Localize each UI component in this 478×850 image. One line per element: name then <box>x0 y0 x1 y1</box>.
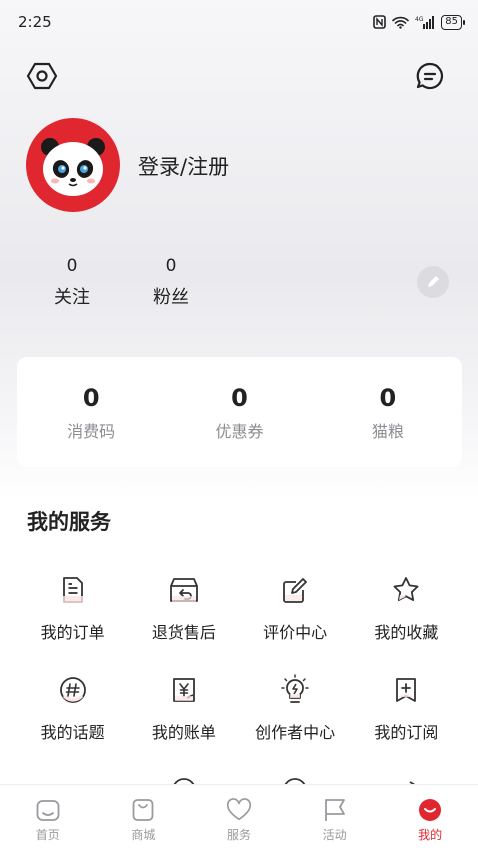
tab-label: 我的 <box>418 828 443 842</box>
tab-home[interactable]: 首页 <box>0 785 96 850</box>
service-label: 我的账单 <box>151 723 216 742</box>
services-grid: 我的订单 退货售后 评价中心 我的收藏 我的话题 我的账单 创作者中心 我的订阅 <box>17 573 462 803</box>
lightbulb-icon <box>278 673 312 707</box>
following-count: 0 <box>66 256 78 276</box>
shop-bag-icon <box>130 797 156 823</box>
summary-value: 0 <box>82 384 100 412</box>
stat-following[interactable]: 0 关注 <box>42 254 102 310</box>
following-label: 关注 <box>54 287 90 308</box>
panda-icon <box>41 138 105 196</box>
flag-icon <box>322 797 348 823</box>
status-time: 2:25 <box>18 13 52 31</box>
settings-hexagon-icon <box>26 62 58 90</box>
summary-card: 0 消费码 0 优惠券 0 猫粮 <box>17 357 462 467</box>
summary-label: 消费码 <box>67 422 116 441</box>
tab-me[interactable]: 我的 <box>382 785 478 850</box>
service-label: 我的话题 <box>40 723 105 742</box>
review-edit-icon <box>278 573 312 607</box>
service-subscriptions[interactable]: 我的订阅 <box>351 673 462 773</box>
star-icon <box>389 573 423 607</box>
tab-label: 服务 <box>226 828 251 842</box>
home-icon <box>35 797 61 823</box>
summary-value: 0 <box>379 384 397 412</box>
tab-shop[interactable]: 商城 <box>96 785 192 850</box>
summary-value: 0 <box>231 384 248 412</box>
service-label: 创作者中心 <box>255 723 336 742</box>
tab-label: 首页 <box>35 828 60 842</box>
service-label: 评价中心 <box>263 623 328 642</box>
service-favorites[interactable]: 我的收藏 <box>351 573 462 673</box>
service-label: 我的订单 <box>40 623 105 642</box>
service-label: 我的收藏 <box>374 623 439 642</box>
status-icons: 4G 85 <box>373 14 465 30</box>
login-register-link[interactable]: 登录/注册 <box>138 151 229 181</box>
signal-icon: 4G <box>415 16 435 29</box>
bill-icon <box>167 673 201 707</box>
summary-label: 猫粮 <box>371 422 404 441</box>
services-title: 我的服务 <box>27 510 111 534</box>
chat-bubble-icon <box>416 62 444 90</box>
tab-label: 活动 <box>322 828 347 842</box>
battery-indicator: 85 <box>441 14 465 30</box>
settings-button[interactable] <box>24 58 60 94</box>
service-label: 退货售后 <box>151 623 216 642</box>
heart-icon <box>226 797 252 823</box>
edit-profile-button[interactable] <box>417 266 449 298</box>
summary-cat-food[interactable]: 0 猫粮 <box>314 357 462 467</box>
summary-consumption-code[interactable]: 0 消费码 <box>17 357 165 467</box>
nfc-icon <box>373 15 387 29</box>
service-my-orders[interactable]: 我的订单 <box>17 573 128 673</box>
status-bar: 2:25 4G 85 <box>0 0 478 44</box>
service-my-topics[interactable]: 我的话题 <box>17 673 128 773</box>
stat-fans[interactable]: 0 粉丝 <box>141 254 201 310</box>
tab-label: 商城 <box>131 828 156 842</box>
wifi-icon <box>392 16 410 29</box>
hashtag-icon <box>56 673 90 707</box>
fans-label: 粉丝 <box>153 287 189 308</box>
bottom-tab-bar: 首页 商城 服务 活动 我的 <box>0 784 478 850</box>
order-icon <box>56 573 90 607</box>
tab-activity[interactable]: 活动 <box>287 785 383 850</box>
service-label: 我的订阅 <box>374 723 439 742</box>
tab-service[interactable]: 服务 <box>191 785 287 850</box>
return-box-icon <box>167 573 201 607</box>
pencil-icon <box>428 276 439 287</box>
summary-coupons[interactable]: 0 优惠券 <box>165 357 313 467</box>
fans-count: 0 <box>165 256 177 276</box>
service-my-bills[interactable]: 我的账单 <box>128 673 239 773</box>
service-returns[interactable]: 退货售后 <box>128 573 239 673</box>
avatar[interactable] <box>26 118 120 212</box>
summary-label: 优惠券 <box>215 422 264 441</box>
service-review-center[interactable]: 评价中心 <box>240 573 351 673</box>
svg-text:4G: 4G <box>415 16 424 23</box>
me-smile-icon <box>417 797 443 823</box>
subscribe-icon <box>389 673 423 707</box>
message-button[interactable] <box>412 58 448 94</box>
service-creator-center[interactable]: 创作者中心 <box>240 673 351 773</box>
